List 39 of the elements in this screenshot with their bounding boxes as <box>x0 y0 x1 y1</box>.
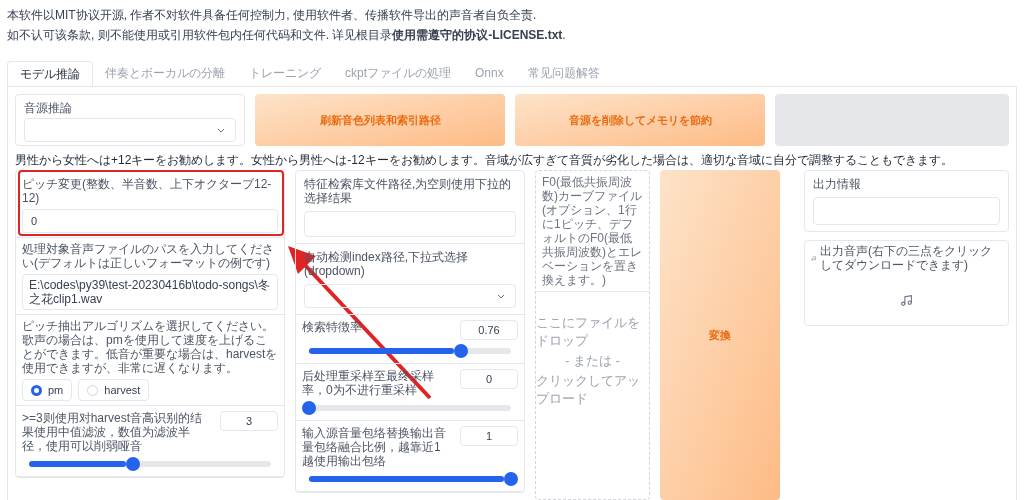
index-select[interactable] <box>304 284 516 308</box>
output-info-field[interactable] <box>813 197 1000 225</box>
radio-option[interactable]: pm <box>22 379 73 401</box>
number-field[interactable]: 0.76 <box>460 320 518 340</box>
voice-select-label: 音源推論 <box>24 101 73 115</box>
chevron-down-icon <box>217 127 225 133</box>
file-drop-zone[interactable]: F0(最低共振周波数)カーブファイル(オプション、1行に1ピッチ、デフォルトのF0(最低共振周波数)とエレベーションを置き換えます。) ここにファイルをドロップ - または - クリックしてアップロード <box>535 170 650 500</box>
music-note-icon <box>811 253 817 263</box>
number-field[interactable]: 1 <box>460 426 518 446</box>
path-label: 処理対象音声ファイルのパスを入力してください(デフォルトは正しいフォーマットの例です) <box>22 242 275 270</box>
number-field[interactable]: 0 <box>460 369 518 389</box>
slider-thumb[interactable] <box>504 472 518 486</box>
pitch-field[interactable]: 0 <box>22 209 278 233</box>
pitch-label: ピッチ変更(整数、半音数、上下オクターブ12-12) <box>22 177 273 205</box>
method-label: ピッチ抽出アルゴリズムを選択してください。歌声の場合は、pmを使用して速度を上げることができます。低音が重要な場合は、harvestを使用できますが、非常に遅くなります。 <box>22 319 278 375</box>
radio-option[interactable]: harvest <box>78 379 150 401</box>
index-path-field[interactable] <box>304 211 516 237</box>
slider-label: >=3则使用对harvest音高识别的结果使用中值滤波，数值为滤波半径，使用可以削弱哑音 <box>22 411 204 453</box>
notice-text: 本软件以MIT协议开源, 作者不对软件具备任何控制力, 使用软件者、传播软件导出的声音者自负全责. <box>7 7 538 24</box>
number-field[interactable]: 3 <box>220 411 278 431</box>
slider-thumb[interactable] <box>302 401 316 415</box>
music-note-icon <box>900 293 913 307</box>
notice-text: 如不认可该条款, 则不能使用或引用软件包内任何代码和文件. 详见根目录使用需遵守的协议-LICENSE.txt. <box>7 27 567 44</box>
hint-text: 男性から女性へは+12キーをお勧めします。女性から男性へは-12キーをお勧めします。音域が広すぎて音質が劣化した場合は、適切な音域に自分で調整することもできます。 <box>15 152 954 168</box>
drop-text: - または - <box>565 352 620 370</box>
output-info-label: 出力情報 <box>813 177 862 191</box>
f0-file-label: F0(最低共振周波数)カーブファイル(オプション、1行に1ピッチ、デフォルトのF0(最低共振周波数)とエレベーションを置き換えます。) <box>536 171 649 292</box>
chevron-down-icon <box>497 293 505 299</box>
drop-text: ここにファイルをドロップ <box>536 314 641 350</box>
slider-label: 输入源音量包络替换输出音量包络融合比例，越靠近1越使用输出包络 <box>302 426 447 468</box>
drop-text: クリックしてアップロード <box>536 372 641 408</box>
slider-label: 后处理重采样至最终采样率，0为不进行重采样 <box>302 369 435 397</box>
index-path-label: 特征检索库文件路径,为空则使用下拉的选择结果 <box>304 177 513 205</box>
slider-thumb[interactable] <box>126 457 141 471</box>
slider-label: 検索特徴率 <box>302 320 363 334</box>
output-audio-label: 出力音声(右下の三点をクリックしてダウンロードできます) <box>820 244 994 272</box>
path-field[interactable]: E:\codes\py39\test-20230416b\todo-songs\冬之花clip1.wav <box>22 274 278 310</box>
slider-thumb[interactable] <box>453 344 468 358</box>
tab[interactable]: モデル推論 <box>7 61 93 86</box>
